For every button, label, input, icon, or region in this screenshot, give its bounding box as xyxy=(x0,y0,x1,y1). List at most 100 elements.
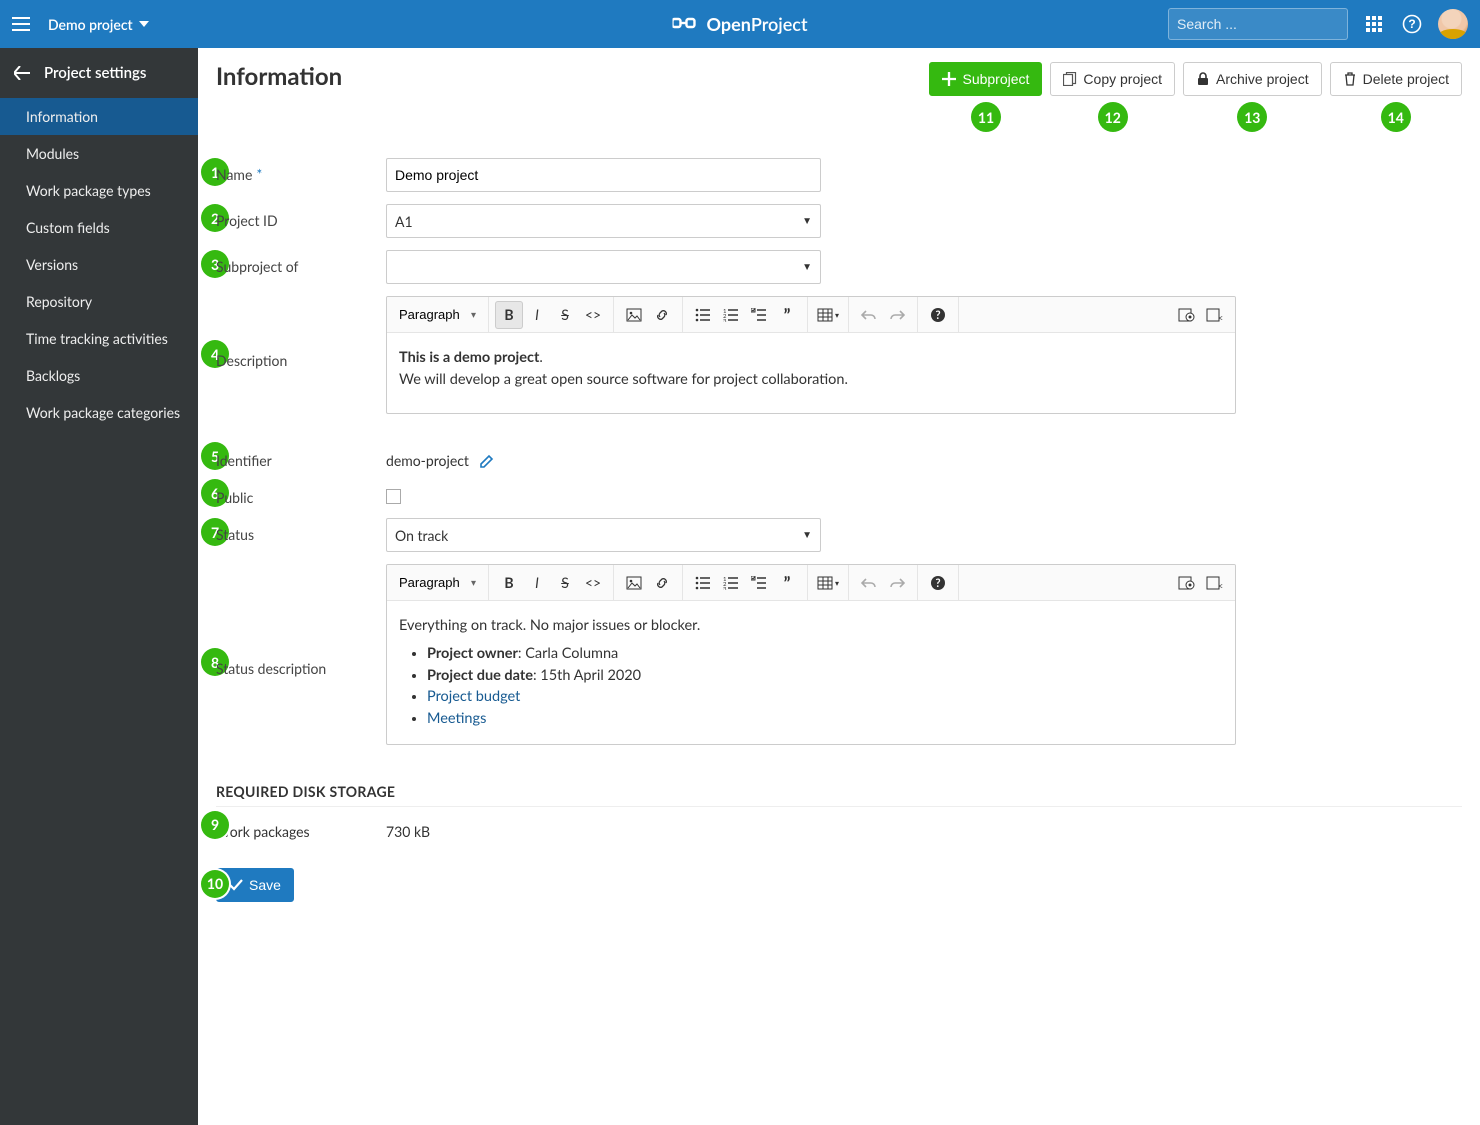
subproject-button[interactable]: Subproject xyxy=(929,62,1042,96)
delete-project-button[interactable]: Delete project xyxy=(1330,62,1462,96)
bullet-list-icon[interactable] xyxy=(689,301,717,329)
heading-select[interactable]: Paragraph xyxy=(393,303,482,326)
label-name: Name xyxy=(216,158,386,183)
number-list-icon[interactable]: 123 xyxy=(717,301,745,329)
strike-icon[interactable]: S xyxy=(551,301,579,329)
sidebar-item-work-package-types[interactable]: Work package types xyxy=(0,172,198,209)
global-search[interactable] xyxy=(1168,8,1348,40)
svg-text:3: 3 xyxy=(723,586,727,590)
svg-text:3: 3 xyxy=(723,318,727,322)
editor-help-icon[interactable]: ? xyxy=(924,569,952,597)
delete-label: Delete project xyxy=(1363,71,1449,87)
identifier-value: demo-project xyxy=(386,452,469,469)
redo-icon[interactable] xyxy=(883,301,911,329)
label-subproject-of: Subproject of xyxy=(216,250,386,275)
project-name: Demo project xyxy=(48,16,133,33)
annotation-11: 11 xyxy=(971,102,1001,132)
link-icon[interactable] xyxy=(648,569,676,597)
sidebar-item-categories[interactable]: Work package categories xyxy=(0,394,198,431)
main-content: Information Subproject 11 Copy project 1… xyxy=(198,48,1480,1125)
owner-value: : Carla Columna xyxy=(518,645,618,662)
plus-icon xyxy=(942,72,956,86)
sidebar-item-versions[interactable]: Versions xyxy=(0,246,198,283)
project-picker[interactable]: Demo project xyxy=(48,16,149,33)
apps-icon[interactable] xyxy=(1362,12,1386,36)
svg-text:<>: <> xyxy=(1218,580,1224,590)
sidebar-title: Project settings xyxy=(44,64,146,82)
table-icon[interactable]: ▾ xyxy=(814,569,842,597)
strike-icon[interactable]: S xyxy=(551,569,579,597)
description-content[interactable]: This is a demo project. We will develop … xyxy=(387,333,1235,413)
archive-label: Archive project xyxy=(1216,71,1309,87)
sidebar-item-backlogs[interactable]: Backlogs xyxy=(0,357,198,394)
avatar[interactable] xyxy=(1438,9,1468,39)
preview-icon[interactable] xyxy=(1173,569,1201,597)
number-list-icon[interactable]: 123 xyxy=(717,569,745,597)
caret-icon: ▼ xyxy=(802,261,812,273)
annotation-12: 12 xyxy=(1098,102,1128,132)
svg-text:?: ? xyxy=(1408,17,1415,31)
quote-icon[interactable]: ” xyxy=(773,569,801,597)
sidebar-item-modules[interactable]: Modules xyxy=(0,135,198,172)
back-icon[interactable] xyxy=(14,66,30,80)
editor-toolbar-2: Paragraph B I S <> xyxy=(387,565,1235,601)
annotation-14: 14 xyxy=(1381,102,1411,132)
redo-icon[interactable] xyxy=(883,569,911,597)
link-budget[interactable]: Project budget xyxy=(427,688,520,705)
italic-icon[interactable]: I xyxy=(523,301,551,329)
hamburger-icon[interactable] xyxy=(12,17,36,31)
sidebar-item-time-tracking[interactable]: Time tracking activities xyxy=(0,320,198,357)
help-icon[interactable]: ? xyxy=(1400,12,1424,36)
status-editor: Paragraph B I S <> xyxy=(386,564,1236,745)
search-input[interactable] xyxy=(1177,16,1358,32)
copy-label: Copy project xyxy=(1083,71,1162,87)
status-select[interactable]: On track▼ xyxy=(386,518,821,552)
sidebar-item-repository[interactable]: Repository xyxy=(0,283,198,320)
status-content[interactable]: Everything on track. No major issues or … xyxy=(387,601,1235,744)
link-icon[interactable] xyxy=(648,301,676,329)
subproject-label: Subproject xyxy=(962,71,1029,87)
desc-line2: We will develop a great open source soft… xyxy=(399,369,1223,391)
table-icon[interactable]: ▾ xyxy=(814,301,842,329)
code-icon[interactable]: <> xyxy=(579,301,607,329)
caret-icon: ▼ xyxy=(802,215,812,227)
label-project-id: Project ID xyxy=(216,204,386,229)
source-icon[interactable]: <> xyxy=(1201,569,1229,597)
storage-value: 730 kB xyxy=(386,823,430,840)
undo-icon[interactable] xyxy=(855,569,883,597)
preview-icon[interactable] xyxy=(1173,301,1201,329)
project-id-value: A1 xyxy=(395,213,413,230)
bold-icon[interactable]: B xyxy=(495,301,523,329)
heading-select-2[interactable]: Paragraph xyxy=(393,571,482,594)
editor-toolbar: Paragraph B I S <> xyxy=(387,297,1235,333)
logo-icon xyxy=(672,13,698,35)
bold-icon[interactable]: B xyxy=(495,569,523,597)
code-icon[interactable]: <> xyxy=(579,569,607,597)
task-list-icon[interactable] xyxy=(745,301,773,329)
image-icon[interactable] xyxy=(620,301,648,329)
lock-icon xyxy=(1196,72,1210,86)
caret-icon: ▼ xyxy=(802,529,812,541)
editor-help-icon[interactable]: ? xyxy=(924,301,952,329)
subproject-of-select[interactable]: ▼ xyxy=(386,250,821,284)
archive-project-button[interactable]: Archive project xyxy=(1183,62,1322,96)
undo-icon[interactable] xyxy=(855,301,883,329)
svg-text:?: ? xyxy=(935,577,940,590)
quote-icon[interactable]: ” xyxy=(773,301,801,329)
italic-icon[interactable]: I xyxy=(523,569,551,597)
source-icon[interactable]: <> xyxy=(1201,301,1229,329)
due-value: : 15th April 2020 xyxy=(533,667,641,684)
edit-identifier-icon[interactable] xyxy=(479,453,495,469)
task-list-icon[interactable] xyxy=(745,569,773,597)
sidebar-item-custom-fields[interactable]: Custom fields xyxy=(0,209,198,246)
image-icon[interactable] xyxy=(620,569,648,597)
sidebar: Project settings Information Modules Wor… xyxy=(0,48,198,1125)
name-input[interactable] xyxy=(386,158,821,192)
bullet-list-icon[interactable] xyxy=(689,569,717,597)
sidebar-item-information[interactable]: Information xyxy=(0,98,198,135)
status-intro: Everything on track. No major issues or … xyxy=(399,615,1223,637)
project-id-select[interactable]: A1 ▼ xyxy=(386,204,821,238)
link-meetings[interactable]: Meetings xyxy=(427,710,486,727)
copy-project-button[interactable]: Copy project xyxy=(1050,62,1175,96)
public-checkbox[interactable] xyxy=(386,489,401,504)
